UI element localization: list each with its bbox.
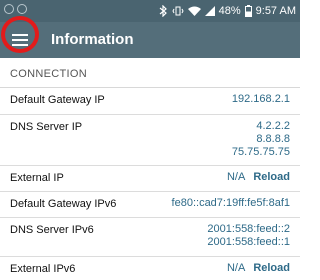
dns-ip-value: 75.75.75.75 — [231, 146, 290, 158]
gateway-ipv6-value: fe80::cad7:19ff:fe5f:8af1 — [171, 197, 290, 209]
clock: 9:57 AM — [255, 5, 296, 17]
dns-ipv6-value: 2001:558:feed::2 — [207, 223, 290, 235]
row-value: N/A Reload — [227, 171, 290, 184]
signal-icon — [204, 6, 215, 16]
row-values: 4.2.2.2 8.8.8.8 75.75.75.75 — [232, 120, 290, 159]
dns-ip-value: 8.8.8.8 — [256, 133, 290, 145]
row-external-ip: External IP N/A Reload — [0, 166, 300, 192]
section-header: CONNECTION — [0, 58, 300, 88]
wifi-icon — [187, 6, 201, 16]
row-label: External IPv6 — [10, 263, 76, 275]
row-value: 192.168.2.1 — [232, 93, 290, 106]
status-bar: 48% 9:57 AM — [0, 0, 300, 22]
page-title: Information — [51, 31, 134, 48]
highlight-ring — [1, 16, 39, 53]
row-external-ipv6: External IPv6 N/A Reload — [0, 257, 300, 280]
notification-icons — [4, 4, 30, 17]
notification-circle-icon — [4, 4, 14, 14]
notification-circle-icon — [17, 4, 27, 14]
row-values: 2001:558:feed::2 2001:558:feed::1 — [207, 223, 290, 249]
row-label: Default Gateway IPv6 — [10, 198, 117, 210]
reload-external-ipv6-button[interactable]: Reload — [253, 262, 290, 275]
row-label: Default Gateway IP — [10, 94, 105, 106]
battery-icon — [244, 5, 252, 17]
row-dns-server-ipv6: DNS Server IPv6 2001:558:feed::2 2001:55… — [0, 218, 300, 257]
row-value: fe80::cad7:19ff:fe5f:8af1 — [172, 197, 290, 210]
connection-section: CONNECTION Default Gateway IP 192.168.2.… — [0, 58, 300, 280]
vibrate-icon — [172, 6, 184, 16]
bluetooth-icon — [159, 5, 167, 17]
app-bar: Information — [0, 22, 300, 58]
battery-percent: 48% — [218, 5, 241, 17]
row-default-gateway-ip: Default Gateway IP 192.168.2.1 — [0, 88, 300, 115]
external-ip-value: N/A — [226, 171, 246, 183]
reload-external-ip-button[interactable]: Reload — [253, 171, 290, 184]
row-value: N/A Reload — [227, 262, 290, 275]
status-indicators: 48% 9:57 AM — [154, 4, 296, 18]
gateway-ip-value: 192.168.2.1 — [231, 93, 290, 105]
row-label: External IP — [10, 172, 64, 184]
dns-ip-value: 4.2.2.2 — [256, 120, 290, 132]
dns-ipv6-value: 2001:558:feed::1 — [207, 236, 290, 248]
external-ipv6-value: N/A — [226, 262, 246, 274]
row-default-gateway-ipv6: Default Gateway IPv6 fe80::cad7:19ff:fe5… — [0, 192, 300, 218]
row-label: DNS Server IPv6 — [10, 224, 94, 236]
row-dns-server-ip: DNS Server IP 4.2.2.2 8.8.8.8 75.75.75.7… — [0, 115, 300, 166]
row-label: DNS Server IP — [10, 121, 83, 133]
